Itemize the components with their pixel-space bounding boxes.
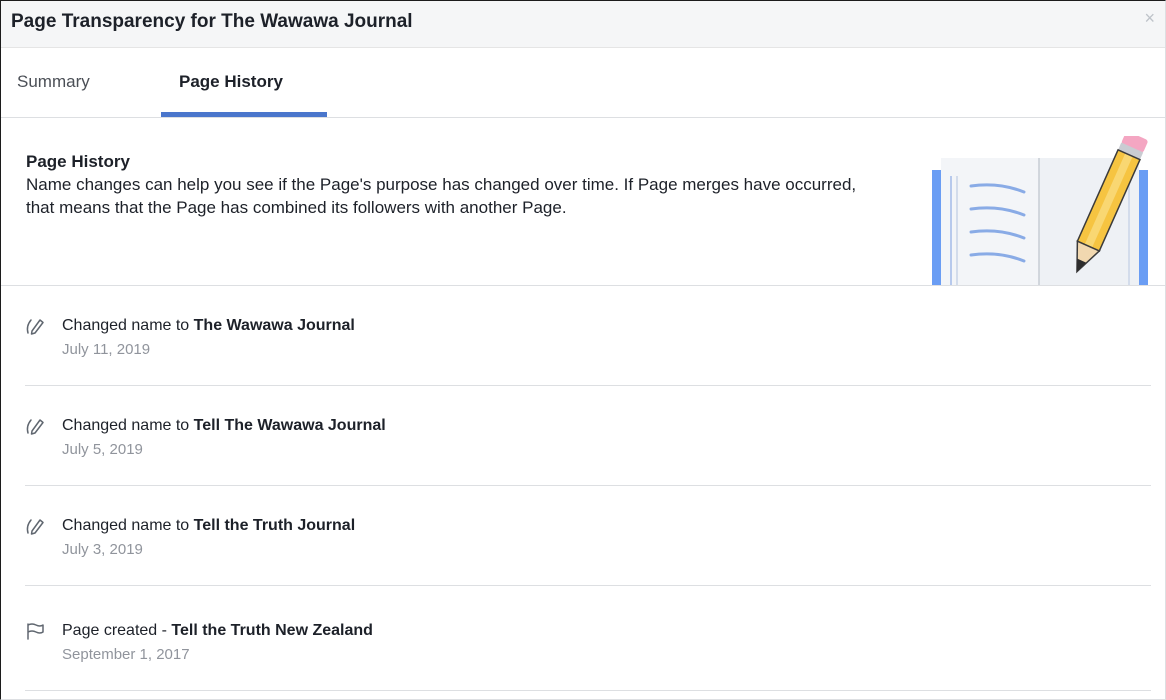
close-icon[interactable]: ×	[1144, 9, 1155, 27]
book-and-pencil-illustration	[932, 136, 1148, 285]
tab-page-history[interactable]: Page History	[179, 72, 283, 92]
dialog-title: Page Transparency for The Wawawa Journal	[11, 11, 413, 32]
flag-icon	[27, 623, 44, 640]
dialog-title-bar: Page Transparency for The Wawawa Journal…	[1, 1, 1165, 48]
pencil-icon	[26, 419, 44, 435]
history-entry-name: Tell The Wawawa Journal	[193, 417, 386, 434]
history-entry-prefix: Page created -	[62, 622, 172, 639]
history-entry-text: Changed name to Tell the Truth Journal	[62, 517, 355, 535]
history-entry-text: Page created - Tell the Truth New Zealan…	[62, 622, 373, 640]
section-title: Page History	[26, 152, 130, 171]
tab-bar: Summary Page History	[1, 48, 1165, 118]
history-entry-date: July 5, 2019	[62, 441, 143, 458]
active-tab-indicator	[161, 112, 327, 117]
history-entry-text: Changed name to Tell The Wawawa Journal	[62, 417, 386, 435]
page-transparency-dialog: Page Transparency for The Wawawa Journal…	[0, 0, 1166, 700]
history-entry-prefix: Changed name to	[62, 317, 194, 334]
history-entry-name: The Wawawa Journal	[193, 317, 355, 334]
history-entry-prefix: Changed name to	[62, 517, 194, 534]
history-entry-date: September 1, 2017	[62, 646, 190, 663]
page-history-header: Page History Name changes can help you s…	[1, 118, 1165, 286]
history-entry-date: July 3, 2019	[62, 541, 143, 558]
section-description: Name changes can help you see if the Pag…	[26, 175, 857, 217]
history-entry: Page created - Tell the Truth New Zealan…	[25, 591, 1151, 691]
history-entry-name: Tell the Truth New Zealand	[171, 622, 373, 639]
history-entry-text: Changed name to The Wawawa Journal	[62, 317, 355, 335]
pencil-icon	[26, 519, 44, 535]
pencil-icon	[26, 319, 44, 335]
history-entry: Changed name to The Wawawa Journal July …	[25, 286, 1151, 386]
history-entry: Changed name to Tell The Wawawa Journal …	[25, 386, 1151, 486]
history-entry-prefix: Changed name to	[62, 417, 194, 434]
tab-summary[interactable]: Summary	[17, 72, 90, 92]
history-entry-date: July 11, 2019	[62, 341, 151, 358]
history-entry: Changed name to Tell the Truth Journal J…	[25, 486, 1151, 586]
history-entry-name: Tell the Truth Journal	[193, 517, 356, 534]
